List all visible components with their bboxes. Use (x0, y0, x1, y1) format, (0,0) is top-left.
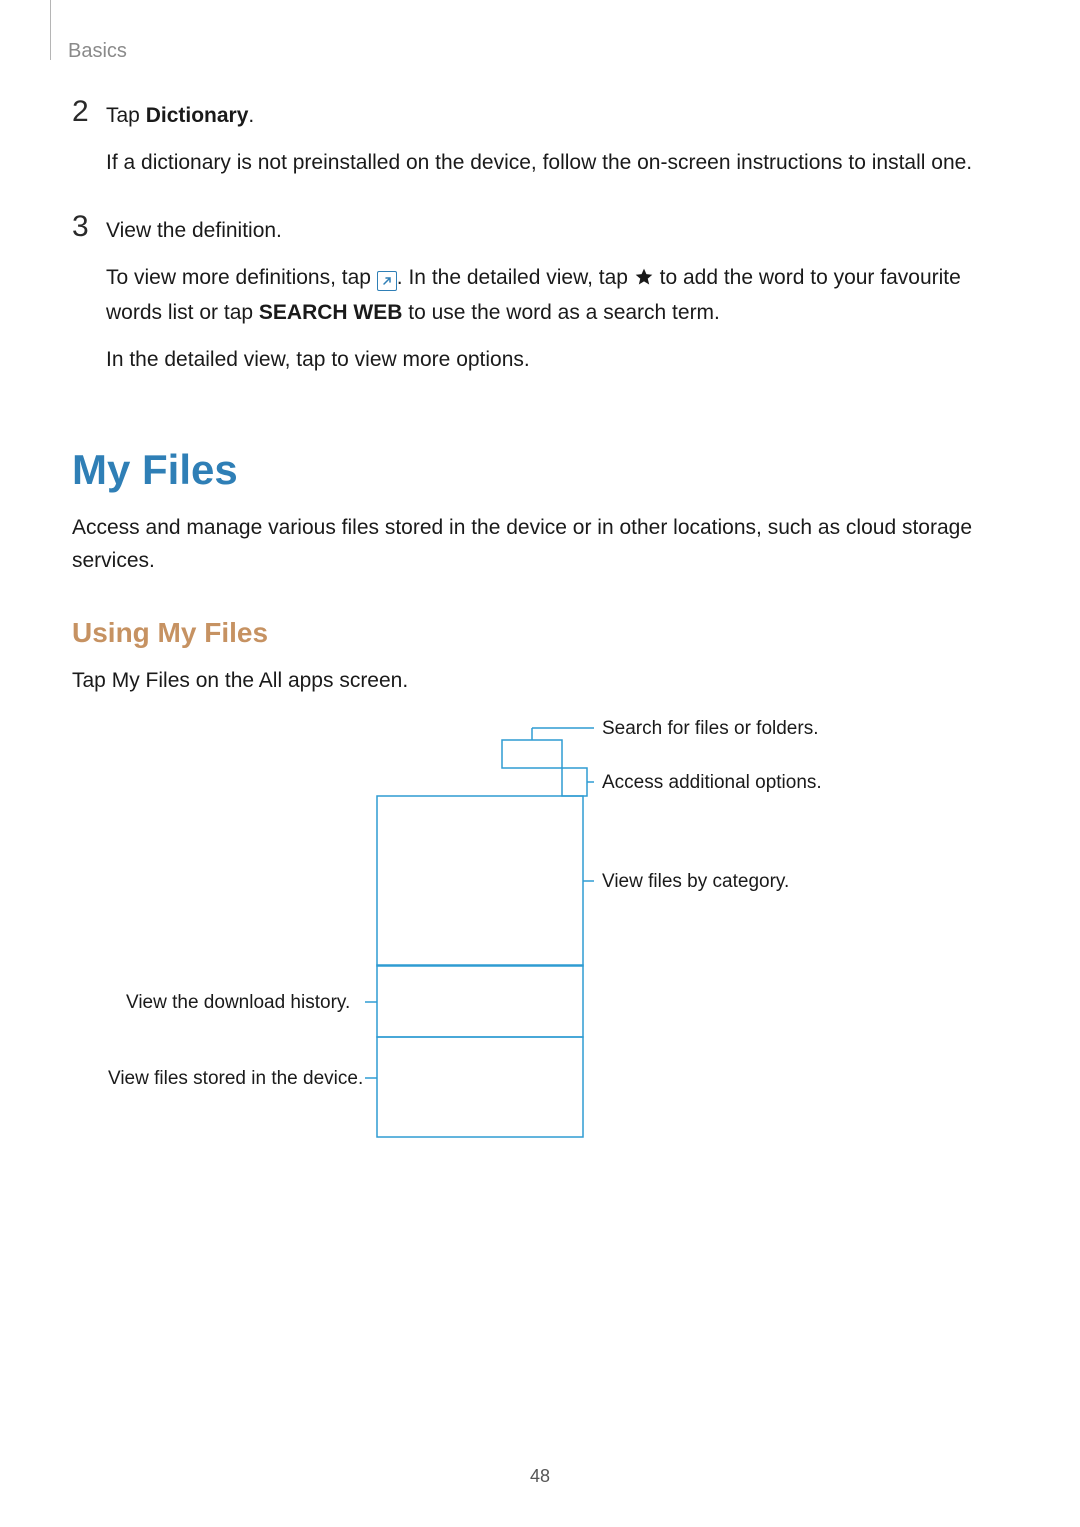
text: To view more definitions, tap (106, 266, 377, 289)
expand-icon (377, 271, 397, 291)
my-files-intro: Access and manage various files stored i… (72, 512, 992, 577)
my-files-label: My Files (112, 669, 190, 692)
using-my-files-heading: Using My Files (72, 617, 992, 649)
section-header: Basics (68, 40, 127, 63)
my-files-instruction: Tap My Files on the All apps screen. (72, 665, 992, 698)
step-3: 3 View the definition. To view more defi… (72, 215, 992, 390)
dictionary-label: Dictionary (146, 104, 249, 127)
step-2-line1: Tap Dictionary. (106, 100, 992, 133)
page-content: 2 Tap Dictionary. If a dictionary is not… (72, 100, 992, 1218)
callout-download: View the download history. (126, 992, 350, 1014)
callout-lines (72, 718, 992, 1218)
search-web-label: SEARCH WEB (259, 301, 403, 324)
step-body: View the definition. To view more defini… (106, 215, 992, 390)
step-3-line1: View the definition. (106, 215, 992, 248)
callout-stored: View files stored in the device. (108, 1068, 363, 1090)
text: Tap (106, 104, 146, 127)
text: Tap (72, 669, 112, 692)
step-3-line2: To view more definitions, tap . In the d… (106, 262, 992, 330)
step-body: Tap Dictionary. If a dictionary is not p… (106, 100, 992, 193)
callout-search: Search for files or folders. (602, 718, 818, 740)
step-number: 3 (72, 212, 106, 242)
text: . (248, 104, 254, 127)
star-icon (634, 265, 654, 298)
page-number: 48 (0, 1466, 1080, 1487)
text: . In the detailed view, tap (397, 266, 634, 289)
my-files-heading: My Files (72, 446, 992, 494)
step-number: 2 (72, 97, 106, 127)
my-files-diagram: Search for files or folders. Access addi… (72, 718, 992, 1218)
step-3-line3: In the detailed view, tap to view more o… (106, 344, 992, 377)
margin-rule (50, 0, 51, 60)
step-2: 2 Tap Dictionary. If a dictionary is not… (72, 100, 992, 193)
text: on the All apps screen. (190, 669, 408, 692)
callout-options: Access additional options. (602, 772, 822, 794)
step-2-line2: If a dictionary is not preinstalled on t… (106, 147, 992, 180)
callout-category: View files by category. (602, 871, 789, 893)
text: to use the word as a search term. (402, 301, 719, 324)
